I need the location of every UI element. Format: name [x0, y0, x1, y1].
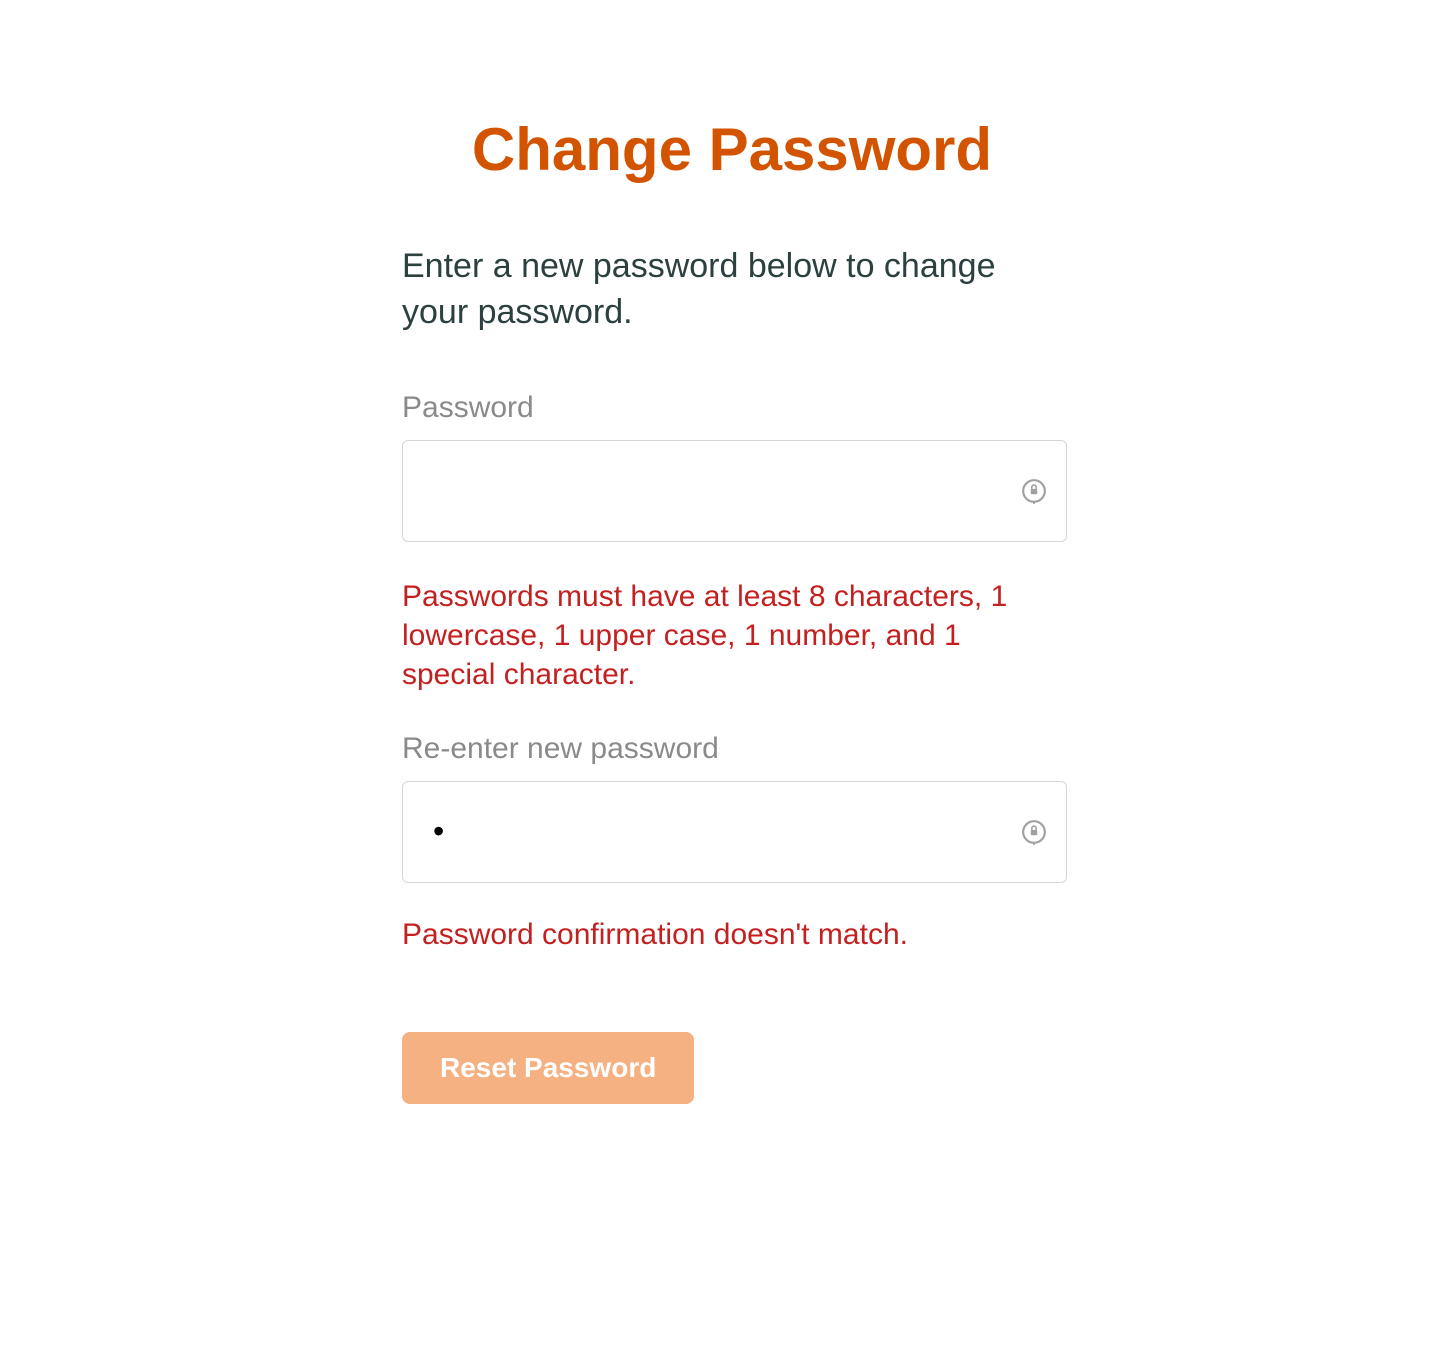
password-input[interactable] [402, 440, 1067, 542]
confirm-password-error: Password confirmation doesn't match. [402, 915, 1052, 954]
confirm-password-input[interactable] [402, 781, 1067, 883]
confirm-password-field-group: Re-enter new password Password confirmat… [402, 732, 1072, 954]
lock-icon [1021, 478, 1047, 504]
page-title: Change Password [392, 115, 1072, 184]
lock-icon [1021, 819, 1047, 845]
password-input-wrapper [402, 440, 1067, 542]
confirm-password-input-wrapper [402, 781, 1067, 883]
password-label: Password [402, 391, 1072, 425]
password-error: Passwords must have at least 8 character… [402, 577, 1052, 694]
change-password-form: Change Password Enter a new password bel… [372, 0, 1072, 1104]
confirm-password-label: Re-enter new password [402, 732, 1072, 766]
instruction-text: Enter a new password below to change you… [402, 244, 1002, 336]
reset-password-button[interactable]: Reset Password [402, 1032, 694, 1104]
password-field-group: Password Passwords must have at least 8 … [402, 391, 1072, 694]
